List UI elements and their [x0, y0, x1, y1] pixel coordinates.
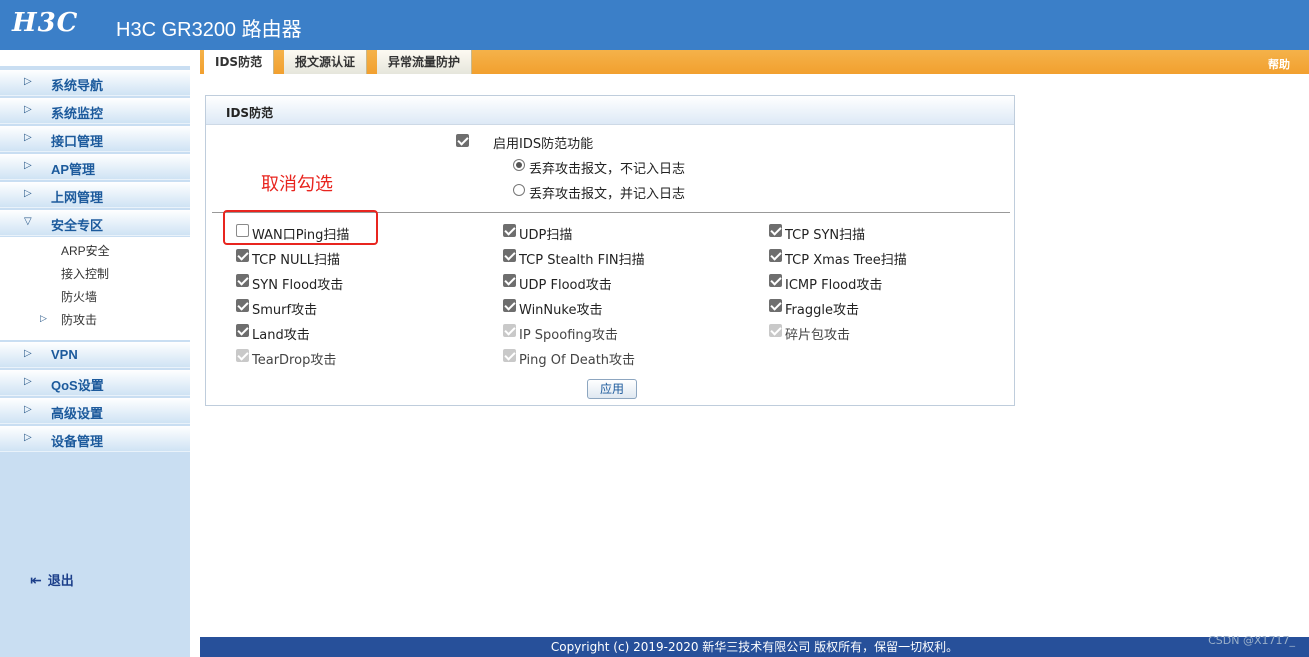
tab-bar: IDS防范 报文源认证 异常流量防护 帮助: [200, 50, 1309, 74]
submenu-access-control[interactable]: 接入控制: [61, 265, 109, 282]
sidebar-item-label: QoS设置: [51, 378, 104, 393]
check-tcp-null-scan[interactable]: [236, 249, 249, 262]
check-label: UDP扫描: [519, 228, 573, 243]
sidebar-item-label: 上网管理: [51, 190, 104, 205]
check-winnuke[interactable]: [503, 299, 516, 312]
radio-drop-no-log-label: 丢弃攻击报文，不记入日志: [529, 162, 686, 177]
sidebar-item-label: 接口管理: [51, 134, 104, 149]
chevron-right-icon: ▷: [24, 348, 32, 359]
tab-abnormal-traffic[interactable]: 异常流量防护: [377, 50, 473, 74]
chevron-right-icon: ▷: [24, 132, 32, 143]
check-ip-spoofing: [503, 324, 516, 337]
sidebar-item-security[interactable]: ▽ 安全专区: [0, 210, 190, 236]
panel-title: IDS防范: [226, 106, 274, 120]
check-label: TCP Stealth FIN扫描: [519, 253, 645, 268]
check-fraggle[interactable]: [769, 299, 782, 312]
check-label: TCP Xmas Tree扫描: [785, 253, 907, 268]
check-fragment: [769, 324, 782, 337]
check-label: SYN Flood攻击: [252, 278, 344, 293]
chevron-right-icon: ▷: [24, 432, 32, 443]
enable-ids-label: 启用IDS防范功能: [493, 137, 594, 152]
watermark: CSDN @X1717_: [1208, 634, 1295, 647]
check-label: IP Spoofing攻击: [519, 328, 618, 343]
check-tcp-xmas-scan[interactable]: [769, 249, 782, 262]
sidebar-item-label: AP管理: [51, 162, 96, 177]
sidebar-item-vpn[interactable]: ▷ VPN: [0, 342, 190, 368]
footer-copyright: Copyright (c) 2019-2020 新华三技术有限公司 版权所有，保…: [200, 637, 1309, 657]
sidebar-item-label: 系统导航: [51, 78, 104, 93]
chevron-right-icon: ▷: [24, 404, 32, 415]
main-content: IDS防范 报文源认证 异常流量防护 帮助 IDS防范 启用IDS防范功能 丢弃…: [200, 50, 1309, 637]
sidebar-item-label: VPN: [51, 347, 78, 362]
sidebar-item-internet[interactable]: ▷ 上网管理: [0, 182, 190, 208]
app-title: H3C GR3200 路由器: [116, 19, 302, 41]
check-teardrop: [236, 349, 249, 362]
h3c-logo: H3C: [12, 8, 79, 38]
check-udp-scan[interactable]: [503, 224, 516, 237]
check-tcp-stealth-fin-scan[interactable]: [503, 249, 516, 262]
check-wan-ping-scan[interactable]: [236, 224, 249, 237]
check-smurf[interactable]: [236, 299, 249, 312]
submenu-arp[interactable]: ARP安全: [61, 242, 110, 259]
check-label: Fraggle攻击: [785, 303, 859, 318]
check-label: ICMP Flood攻击: [785, 278, 883, 293]
check-syn-flood[interactable]: [236, 274, 249, 287]
sidebar-item-label: 安全专区: [51, 218, 104, 233]
radio-drop-log-label: 丢弃攻击报文，并记入日志: [529, 187, 686, 202]
check-label: Ping Of Death攻击: [519, 353, 636, 368]
radio-drop-log[interactable]: [513, 184, 525, 196]
check-udp-flood[interactable]: [503, 274, 516, 287]
help-link[interactable]: 帮助: [1268, 56, 1290, 72]
sidebar-item-system-monitor[interactable]: ▷ 系统监控: [0, 98, 190, 124]
check-label: TCP SYN扫描: [785, 228, 866, 243]
check-label: Land攻击: [252, 328, 310, 343]
security-submenu: ARP安全 接入控制 防火墙 ▷ 防攻击: [0, 237, 190, 340]
check-label: WAN口Ping扫描: [252, 228, 350, 243]
submenu-attack-defense[interactable]: 防攻击: [61, 311, 97, 328]
chevron-right-icon: ▷: [24, 188, 32, 199]
check-label: Smurf攻击: [252, 303, 318, 318]
chevron-right-icon: ▷: [24, 160, 32, 171]
logout-button[interactable]: ⇤ 退出: [30, 570, 74, 589]
tab-source-auth[interactable]: 报文源认证: [284, 50, 368, 74]
enable-ids-checkbox[interactable]: [456, 134, 469, 147]
check-label: WinNuke攻击: [519, 303, 603, 318]
apply-button[interactable]: 应用: [587, 379, 637, 399]
sidebar-item-label: 系统监控: [51, 106, 104, 121]
sidebar-item-advanced[interactable]: ▷ 高级设置: [0, 398, 190, 424]
radio-drop-no-log[interactable]: [513, 159, 525, 171]
panel-header: IDS防范: [206, 96, 1014, 125]
top-header: H3C H3C GR3200 路由器: [0, 0, 1309, 50]
check-label: UDP Flood攻击: [519, 278, 612, 293]
annotation-note: 取消勾选: [261, 174, 333, 194]
check-icmp-flood[interactable]: [769, 274, 782, 287]
ids-panel: IDS防范 启用IDS防范功能 丢弃攻击报文，不记入日志 丢弃攻击报文，并记入日…: [205, 95, 1015, 406]
sidebar-item-label: 设备管理: [51, 434, 104, 449]
check-land[interactable]: [236, 324, 249, 337]
sidebar-item-ap[interactable]: ▷ AP管理: [0, 154, 190, 180]
logout-label: 退出: [47, 574, 74, 589]
sidebar-item-qos[interactable]: ▷ QoS设置: [0, 370, 190, 396]
sidebar-item-device[interactable]: ▷ 设备管理: [0, 426, 190, 452]
check-ping-of-death: [503, 349, 516, 362]
check-label: TCP NULL扫描: [252, 253, 340, 268]
tab-ids[interactable]: IDS防范: [204, 50, 275, 74]
sidebar-item-interface[interactable]: ▷ 接口管理: [0, 126, 190, 152]
chevron-right-icon: ▷: [24, 376, 32, 387]
sidebar-item-system-nav[interactable]: ▷ 系统导航: [0, 70, 190, 96]
check-tcp-syn-scan[interactable]: [769, 224, 782, 237]
chevron-down-icon: ▽: [24, 216, 32, 227]
submenu-firewall[interactable]: 防火墙: [61, 288, 97, 305]
sidebar-item-label: 高级设置: [51, 406, 104, 421]
logout-icon: ⇤: [30, 573, 42, 589]
chevron-right-icon: ▷: [40, 314, 47, 324]
chevron-right-icon: ▷: [24, 104, 32, 115]
check-label: TearDrop攻击: [252, 353, 337, 368]
sidebar-menu: ▷ 系统导航 ▷ 系统监控 ▷ 接口管理 ▷ AP管理 ▷ 上网管理 ▽ 安全专…: [0, 66, 190, 657]
chevron-right-icon: ▷: [24, 76, 32, 87]
check-label: 碎片包攻击: [785, 328, 851, 343]
sidebar: ▷ 系统导航 ▷ 系统监控 ▷ 接口管理 ▷ AP管理 ▷ 上网管理 ▽ 安全专…: [0, 50, 192, 657]
